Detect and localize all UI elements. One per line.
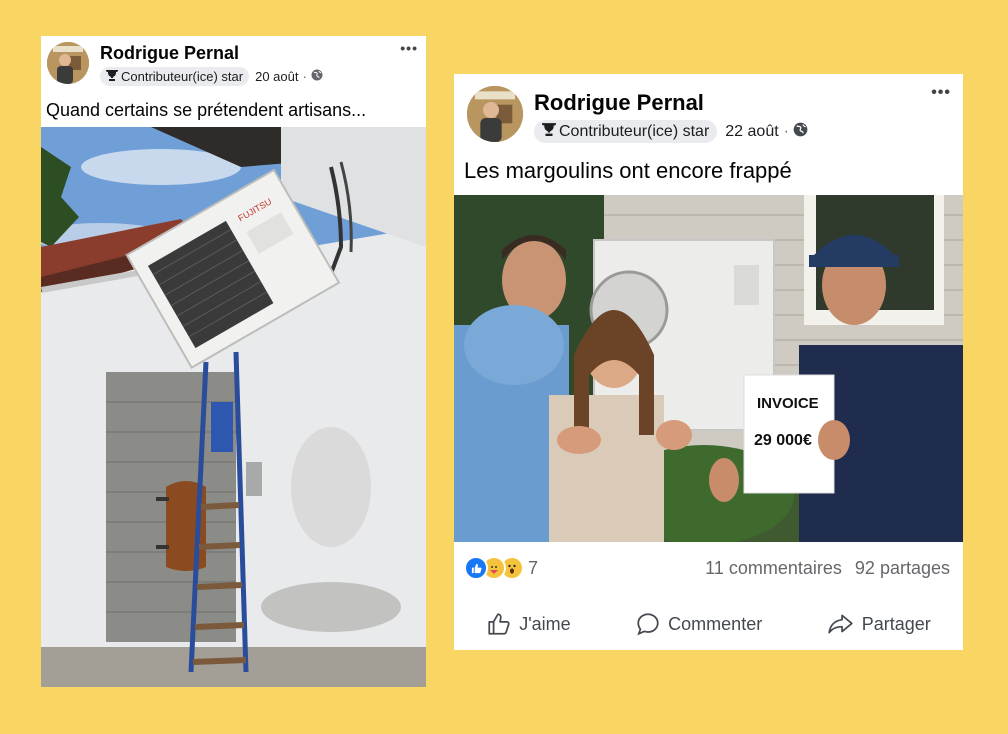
post-date[interactable]: 20 août [255,69,298,84]
like-icon [488,613,510,635]
post-caption: Quand certains se prétendent artisans... [46,100,367,120]
reactions-summary[interactable]: 7 [464,556,538,580]
like-reaction-icon [464,556,488,580]
post-actions-bar: J'aime Commenter Partager [454,606,963,642]
like-label: J'aime [519,613,571,634]
invoice-amount: 29 000€ [754,432,812,449]
photo-scene: INVOICE 29 000€ [454,195,963,542]
like-button[interactable]: J'aime [486,611,571,637]
avatar-portrait-icon [47,42,89,84]
post-meta: Contributeur(ice) star 20 août · [100,67,323,86]
post-card-right: Rodrigue Pernal Contributeur(ice) star 2… [454,74,963,650]
comment-button[interactable]: Commenter [635,611,762,637]
comment-label: Commenter [668,613,763,634]
reaction-count: 7 [528,557,539,578]
photo-scene: FUJITSU [41,127,426,687]
comments-count-link[interactable]: 11 commentaires [705,558,842,578]
post-date[interactable]: 22 août [725,123,778,141]
author-avatar[interactable] [47,42,89,84]
author-avatar[interactable] [467,86,523,142]
post-meta: Contributeur(ice) star 22 août · [534,120,808,143]
globe-icon [311,69,323,84]
author-name[interactable]: Rodrigue Pernal [100,43,239,64]
badge-label: Contributeur(ice) star [121,69,244,84]
post-card-left: Rodrigue Pernal Contributeur(ice) star 2… [41,36,426,687]
contributor-badge[interactable]: Contributeur(ice) star [100,67,250,86]
share-icon [827,614,853,634]
more-options-button[interactable]: ••• [931,84,951,102]
globe-icon [793,122,808,142]
trophy-icon [106,69,118,84]
trophy-icon [542,122,556,141]
badge-label: Contributeur(ice) star [559,122,710,140]
more-options-button[interactable]: ••• [400,40,418,56]
author-name[interactable]: Rodrigue Pernal [534,90,704,116]
share-button[interactable]: Partager [827,611,931,637]
post-photo-invoice[interactable]: INVOICE 29 000€ [454,195,963,542]
contributor-badge[interactable]: Contributeur(ice) star [534,120,718,143]
meta-separator: · [302,69,307,84]
invoice-title: INVOICE [757,395,819,412]
share-label: Partager [861,613,931,634]
meta-separator: · [783,122,789,140]
post-photo-ac-unit[interactable]: FUJITSU [41,127,426,687]
post-stats: 11 commentaires 92 partages [705,558,950,579]
avatar-portrait-icon [467,86,523,142]
post-caption: Les margoulins ont encore frappé [464,158,792,183]
shares-count-link[interactable]: 92 partages [855,558,950,578]
comment-icon [637,613,659,636]
